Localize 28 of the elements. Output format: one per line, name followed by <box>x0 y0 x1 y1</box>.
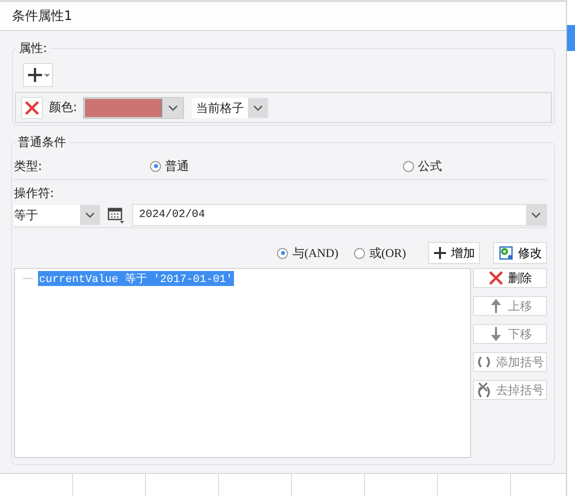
close-icon <box>24 100 40 116</box>
group-label: 属性: <box>16 40 50 57</box>
close-icon <box>488 270 504 286</box>
action-button[interactable]: 删除 <box>473 268 547 288</box>
modify-button[interactable]: 修改 <box>493 242 547 264</box>
radio-option[interactable]: 与(AND) <box>277 244 338 262</box>
plus-icon <box>433 246 447 260</box>
radio-option[interactable]: 公式 <box>403 158 442 174</box>
scope-dropdown[interactable]: 当前格子 <box>192 98 268 118</box>
remove-button[interactable] <box>21 96 43 118</box>
radio-option[interactable]: 或(OR) <box>354 244 406 262</box>
type-label: 类型: <box>14 158 44 174</box>
operator-dropdown[interactable]: 等于 <box>14 204 100 224</box>
brackets-icon <box>476 354 492 370</box>
arrow-up-icon <box>488 298 504 314</box>
plus-icon <box>25 66 51 84</box>
brackets-cross-icon <box>476 382 492 398</box>
color-picker[interactable] <box>83 96 184 118</box>
radio-option[interactable]: 普通 <box>150 158 403 174</box>
date-field[interactable]: 2024/02/04 <box>132 204 547 226</box>
operator-label: 操作符: <box>14 185 56 201</box>
add-button[interactable]: 增加 <box>428 242 480 264</box>
property-label: 颜色: <box>49 99 78 116</box>
calendar-icon <box>107 206 125 224</box>
add-property-button[interactable] <box>23 63 53 87</box>
window-title: 条件属性1 <box>12 8 72 25</box>
arrow-down-icon <box>488 326 504 342</box>
group-label: 普通条件 <box>15 134 69 151</box>
